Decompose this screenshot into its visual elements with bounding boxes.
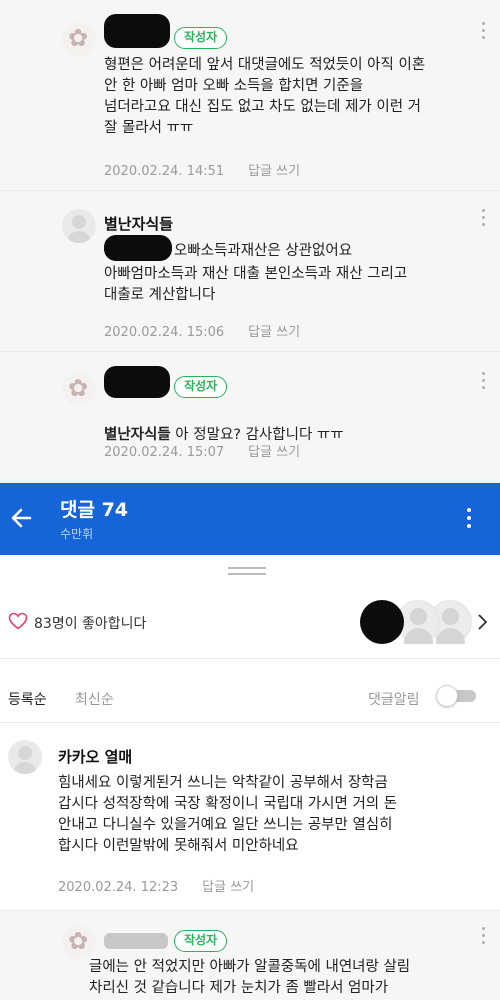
reply-comment-1: 작성자 형편은 어려운데 앞서 대댓글에도 적었듯이 아직 이혼 안 한 아빠 … (0, 0, 500, 190)
drag-handle[interactable] (228, 567, 266, 575)
redacted-username (104, 366, 170, 398)
comment-author[interactable]: 별난자식들 (104, 213, 173, 234)
avatar[interactable] (62, 925, 96, 959)
more-options-icon[interactable] (467, 508, 471, 528)
reply-button[interactable]: 답글 쓰기 (202, 880, 254, 895)
header-subtitle: 수만휘 (60, 527, 94, 541)
comment-text: 글에는 안 적었지만 아빠가 알콜중독에 내연녀랑 살림 차리신 것 같습니다 … (89, 959, 411, 996)
more-options-icon[interactable] (481, 22, 485, 40)
comment-meta: 2020.02.24. 15:07 답글 쓰기 (104, 441, 300, 460)
toggle-knob (436, 685, 458, 707)
back-arrow-icon[interactable] (10, 507, 32, 529)
author-badge: 작성자 (174, 27, 228, 49)
author-badge: 작성자 (174, 930, 228, 952)
more-options-icon[interactable] (481, 372, 485, 390)
comment-meta: 2020.02.24. 14:51 답글 쓰기 (104, 160, 300, 179)
reply-comment-5: 작성자 글에는 안 적었지만 아빠가 알콜중독에 내연녀랑 살림 차리신 것 같… (0, 911, 500, 1000)
blurred-username (104, 933, 168, 949)
comment-text: 힘내세요 이렇게된거 쓰니는 악착같이 공부해서 장학금 갑시다 성적장학에 국… (58, 775, 398, 854)
reply-comment-2: 별난자식들 오빠소득과재산은 상관없어요 아빠엄마소득과 재산 대출 본인소득과… (0, 191, 500, 351)
comment-text: 형편은 어려운데 앞서 대댓글에도 적었듯이 아직 이혼 안 한 아빠 엄마 오… (104, 57, 426, 136)
avatar[interactable] (62, 372, 96, 406)
reply-button[interactable]: 답글 쓰기 (248, 445, 300, 460)
comment-author[interactable]: 카카오 열매 (58, 746, 132, 767)
reply-button[interactable]: 답글 쓰기 (248, 164, 300, 179)
notify-label: 댓글알림 (368, 692, 420, 708)
comment-date: 2020.02.24. 12:23 (58, 880, 179, 895)
notify-toggle[interactable] (436, 685, 478, 707)
header-title: 댓글 74 (60, 499, 129, 521)
redacted-username (104, 14, 170, 48)
divider (0, 722, 500, 723)
sort-registered-tab[interactable]: 등록순 (8, 689, 47, 709)
avatar[interactable] (62, 22, 96, 56)
more-options-icon[interactable] (481, 927, 485, 945)
comments-header: 댓글 74 수만휘 (0, 483, 500, 555)
comment-meta: 2020.02.24. 15:06 답글 쓰기 (104, 321, 300, 340)
comment-date: 2020.02.24. 14:51 (104, 164, 225, 179)
avatar[interactable] (62, 209, 96, 243)
author-badge: 작성자 (174, 376, 228, 398)
sort-latest-tab[interactable]: 최신순 (75, 689, 114, 709)
liker-avatar[interactable] (360, 600, 404, 644)
heart-icon[interactable] (8, 612, 28, 630)
comment-date: 2020.02.24. 15:06 (104, 325, 225, 340)
divider (0, 658, 500, 659)
likes-count[interactable]: 83명이 좋아합니다 (34, 613, 146, 633)
comment-text: 아빠엄마소득과 재산 대출 본인소득과 재산 그리고 대출로 계산합니다 (104, 266, 408, 303)
chevron-right-icon[interactable] (476, 613, 488, 631)
more-options-icon[interactable] (481, 209, 485, 227)
redacted-mention (104, 235, 172, 261)
comment-text: 별난자식들 아 정말요? 감사합니다 ㅠㅠ (104, 404, 344, 446)
comment-text-first-line: 오빠소득과재산은 상관없어요 (174, 243, 353, 259)
comment-date: 2020.02.24. 15:07 (104, 445, 225, 460)
reply-button[interactable]: 답글 쓰기 (248, 325, 300, 340)
reply-comment-3: 작성자 별난자식들 아 정말요? 감사합니다 ㅠㅠ 2020.02.24. 15… (0, 352, 500, 483)
comment-meta: 2020.02.24. 12:23 답글 쓰기 (58, 876, 254, 895)
avatar[interactable] (8, 740, 42, 774)
